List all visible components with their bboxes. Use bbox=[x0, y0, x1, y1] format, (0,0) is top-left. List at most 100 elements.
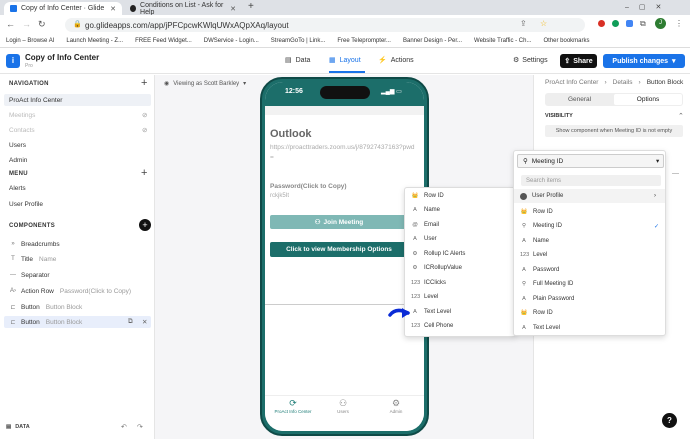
url-field[interactable]: 🔒 go.glideapps.com/app/jPFCpcwKWlqUWxAQp… bbox=[65, 18, 585, 32]
selector-option[interactable]: ⚲ Full Meeting ID bbox=[514, 277, 665, 291]
column-option[interactable]: A Name bbox=[405, 203, 515, 217]
bookmark-item[interactable]: Banner Design - Per... bbox=[403, 38, 462, 44]
data-panel-toggle[interactable]: ▤ DATA bbox=[6, 424, 30, 430]
annotation-arrow-icon bbox=[388, 308, 410, 318]
extension-icon[interactable] bbox=[598, 20, 605, 27]
selector-option[interactable]: A Password bbox=[514, 263, 665, 277]
menu-item-alerts[interactable]: Alerts bbox=[9, 182, 149, 194]
share-button[interactable]: ⇪ Share bbox=[560, 54, 597, 68]
redo-icon[interactable]: ↷ bbox=[137, 423, 143, 431]
chevron-right-icon: › bbox=[654, 193, 656, 199]
delete-icon[interactable]: ✕ bbox=[142, 318, 147, 326]
nav-item-contacts[interactable]: Contacts ⊘ bbox=[9, 124, 149, 136]
component-row[interactable]: — Separator bbox=[9, 269, 149, 281]
menu-item-user-profile[interactable]: User Profile bbox=[9, 198, 149, 210]
component-row[interactable]: ⊏ Button Button Block bbox=[9, 301, 149, 313]
extension-icon[interactable] bbox=[626, 20, 633, 27]
app-title[interactable]: Copy of Info Center bbox=[25, 53, 99, 62]
column-list-dropdown: 👑 Row ID A Name @ Email A User ⚙ Rollup IC Al… bbox=[404, 187, 516, 337]
password-value[interactable]: rckjk5It bbox=[270, 193, 289, 199]
close-tab-icon[interactable]: ✕ bbox=[110, 5, 116, 13]
settings-button[interactable]: ⚙ Settings bbox=[513, 56, 548, 65]
profile-avatar[interactable]: J bbox=[655, 18, 666, 29]
close-tab-icon[interactable]: ✕ bbox=[230, 5, 236, 13]
column-option[interactable]: ⚙ Rollup IC Alerts bbox=[405, 247, 515, 261]
reload-icon[interactable]: ↻ bbox=[38, 19, 46, 30]
bookmark-item[interactable]: Launch Meeting - Z... bbox=[66, 38, 123, 44]
phone-tab-users[interactable]: ⚇ Users bbox=[327, 398, 359, 414]
selector-option[interactable]: A Text Level bbox=[514, 321, 665, 335]
forward-icon[interactable]: → bbox=[22, 19, 31, 29]
selector-option[interactable]: 123 Level bbox=[514, 248, 665, 262]
more-icon[interactable]: — bbox=[672, 170, 679, 177]
user-profile-group[interactable]: User Profile › bbox=[514, 189, 665, 203]
column-option[interactable]: 123 Level bbox=[405, 290, 515, 304]
bookmark-item[interactable]: DWService - Login... bbox=[204, 38, 259, 44]
add-nav-icon[interactable]: + bbox=[141, 77, 147, 89]
bookmark-item[interactable]: Free Teleprompter... bbox=[337, 38, 391, 44]
visibility-condition-button[interactable]: Show component when Meeting ID is not em… bbox=[545, 125, 683, 137]
bookmark-item[interactable]: Login – Browse AI bbox=[6, 38, 54, 44]
help-button[interactable]: ? bbox=[662, 413, 677, 428]
column-option[interactable]: @ Email bbox=[405, 218, 515, 232]
add-component-button[interactable]: + bbox=[139, 219, 151, 231]
window-controls[interactable]: –▢✕ bbox=[625, 3, 671, 11]
selector-option[interactable]: A Name bbox=[514, 234, 665, 248]
meeting-link[interactable]: https://proacttraders.zoom.us/j/87927437… bbox=[270, 143, 415, 163]
add-menu-icon[interactable]: + bbox=[141, 167, 147, 179]
column-option[interactable]: A User bbox=[405, 232, 515, 246]
join-meeting-button[interactable]: ⚇ Join Meeting bbox=[270, 215, 408, 229]
eye-off-icon[interactable]: ⊘ bbox=[142, 126, 147, 134]
nav-item-admin[interactable]: Admin bbox=[9, 154, 149, 166]
chevron-up-icon[interactable]: ⌃ bbox=[678, 112, 684, 120]
phone-tab-proact[interactable]: ⟳ ProAct Info Center bbox=[272, 398, 314, 414]
component-row[interactable]: » Breadcrumbs bbox=[9, 238, 149, 250]
column-option[interactable]: ⚙ ICRollupValue bbox=[405, 261, 515, 275]
viewing-as-selector[interactable]: ◉ Viewing as Scott Barkley ▾ bbox=[164, 80, 246, 88]
column-option[interactable]: 👑 Row ID bbox=[405, 189, 515, 203]
publish-button[interactable]: Publish changes ▾ bbox=[603, 54, 685, 68]
selected-column-field[interactable]: ⚲ Meeting ID ▾ bbox=[517, 154, 664, 168]
new-tab-icon[interactable]: + bbox=[248, 1, 254, 12]
app-icon[interactable]: i bbox=[6, 54, 20, 68]
browser-tab-community[interactable]: Conditions on List - Ask for Help ✕ bbox=[124, 2, 242, 16]
nav-item-meetings[interactable]: Meetings ⊘ bbox=[9, 109, 149, 121]
bookmark-other[interactable]: Other bookmarks bbox=[543, 38, 589, 44]
component-row[interactable]: T Title Name bbox=[9, 253, 149, 265]
component-row[interactable]: A› Action Row Password(Click to Copy) bbox=[9, 285, 149, 297]
search-items-input[interactable]: Search items bbox=[521, 175, 661, 186]
bookmark-item[interactable]: Website Traffic - Ch... bbox=[474, 38, 531, 44]
share-page-icon[interactable]: ⇪ bbox=[520, 19, 527, 28]
eye-off-icon[interactable]: ⊘ bbox=[142, 111, 147, 119]
duplicate-icon[interactable]: ⧉ bbox=[128, 318, 133, 326]
selector-option[interactable]: ⚲ Meeting ID ✓ bbox=[514, 219, 665, 233]
selector-option[interactable]: A Plain Password bbox=[514, 292, 665, 306]
component-row-selected[interactable]: ⊏ Button Button Block ⧉ ✕ bbox=[4, 316, 151, 328]
browser-tab-glide[interactable]: Copy of Info Center · Glide ✕ bbox=[4, 2, 122, 15]
undo-icon[interactable]: ↶ bbox=[121, 423, 127, 431]
nav-item-proact[interactable]: ProAct Info Center bbox=[4, 94, 151, 106]
tab-layout[interactable]: ▦ Layout bbox=[329, 56, 361, 65]
back-icon[interactable]: ← bbox=[6, 19, 15, 29]
number-icon: 123 bbox=[411, 323, 421, 329]
extensions-puzzle-icon[interactable]: ⧉ bbox=[640, 19, 646, 29]
tab-general[interactable]: General bbox=[546, 94, 613, 105]
membership-button[interactable]: Click to view Membership Options bbox=[270, 242, 408, 257]
refresh-icon: ⟳ bbox=[289, 398, 297, 408]
bookmark-item[interactable]: FREE Feed Widget... bbox=[135, 38, 192, 44]
extension-icon[interactable] bbox=[612, 20, 619, 27]
bookmark-item[interactable]: StreamGoTo | Link... bbox=[271, 38, 326, 44]
selector-option[interactable]: 👑 Row ID bbox=[514, 306, 665, 320]
tab-data[interactable]: ▤ Data bbox=[285, 56, 310, 65]
bookmark-star-icon[interactable]: ☆ bbox=[540, 19, 547, 28]
selector-option[interactable]: 👑 Row ID bbox=[514, 205, 665, 219]
column-option[interactable]: 123 Cell Phone bbox=[405, 319, 515, 333]
column-option[interactable]: A Text Level bbox=[405, 305, 515, 319]
tab-actions[interactable]: ⚡ Actions bbox=[378, 56, 414, 65]
chevron-down-icon: ▾ bbox=[656, 158, 660, 165]
nav-item-users[interactable]: Users bbox=[9, 139, 149, 151]
column-option[interactable]: 123 ICClicks bbox=[405, 276, 515, 290]
browser-menu-icon[interactable]: ⋮ bbox=[675, 19, 683, 28]
tab-options[interactable]: Options bbox=[614, 94, 682, 105]
phone-tab-admin[interactable]: ⚙ Admin bbox=[380, 398, 412, 414]
